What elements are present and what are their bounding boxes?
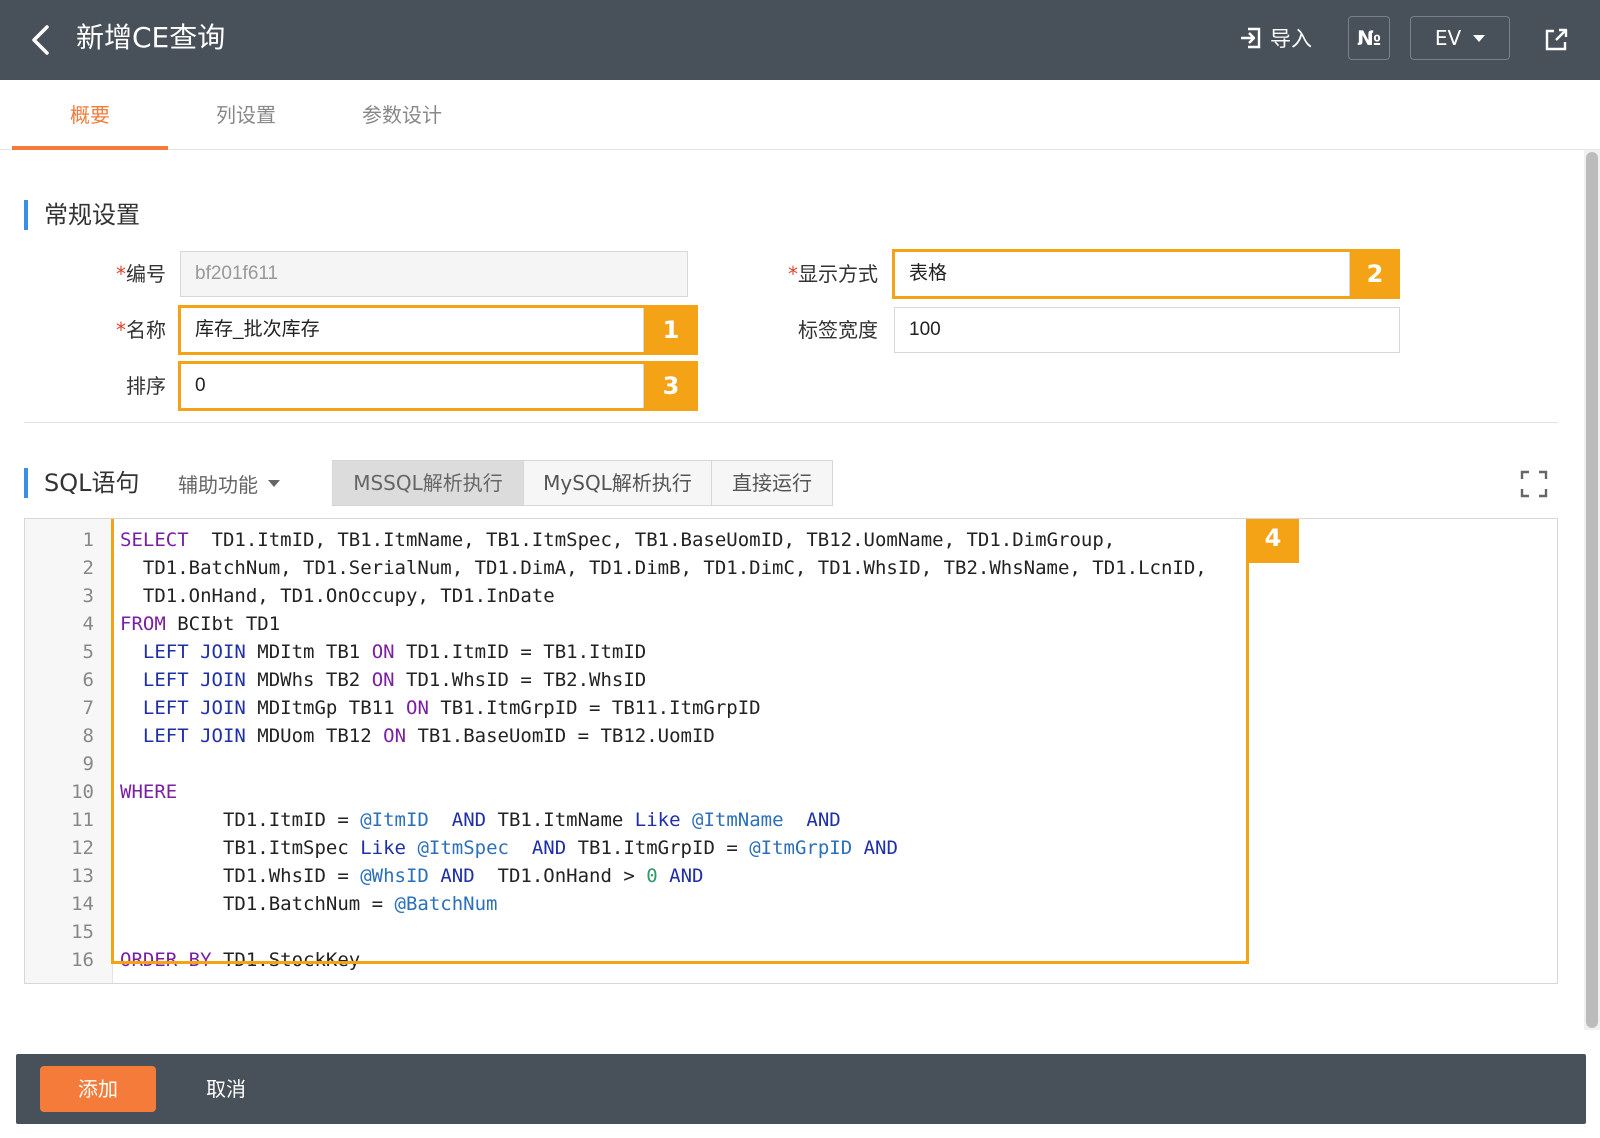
fullscreen-icon[interactable] bbox=[1520, 470, 1548, 498]
label-width-label: 标签宽度 bbox=[798, 318, 878, 342]
order-label: 排序 bbox=[126, 374, 166, 398]
line-number: 3 bbox=[82, 585, 94, 607]
mssql-execute-button[interactable]: MSSQL解析执行 bbox=[332, 460, 524, 506]
label-width-field[interactable]: 100 bbox=[894, 307, 1400, 353]
language-label: EV bbox=[1434, 26, 1462, 50]
line-number: 14 bbox=[71, 893, 94, 915]
line-number: 6 bbox=[82, 669, 94, 691]
line-number: 9 bbox=[82, 753, 94, 775]
add-button[interactable]: 添加 bbox=[40, 1066, 156, 1112]
mysql-execute-button[interactable]: MySQL解析执行 bbox=[523, 460, 712, 506]
required-mark: * bbox=[116, 318, 126, 342]
tab-bar: 概要 列设置 参数设计 bbox=[0, 80, 1600, 150]
line-number: 1 bbox=[82, 529, 94, 551]
scrollbar-thumb[interactable] bbox=[1586, 152, 1598, 1028]
required-mark: * bbox=[116, 262, 126, 286]
line-number-gutter: 1 2 3 4 5 6 7 8 9 10 11 12 13 14 15 16 bbox=[25, 519, 113, 983]
import-label: 导入 bbox=[1270, 27, 1312, 51]
callout-number-3: 3 bbox=[644, 361, 698, 411]
display-label-text: 显示方式 bbox=[798, 262, 878, 286]
language-dropdown[interactable]: EV bbox=[1410, 16, 1510, 60]
display-label: *显示方式 bbox=[760, 251, 878, 297]
line-number: 4 bbox=[82, 613, 94, 635]
line-number: 10 bbox=[71, 781, 94, 803]
callout-box-3 bbox=[178, 361, 698, 411]
callout-box-4 bbox=[111, 519, 1249, 964]
direct-run-button[interactable]: 直接运行 bbox=[711, 460, 833, 506]
line-number: 11 bbox=[71, 809, 94, 831]
app-root: 新增CE查询 导入 № EV 概要 列设置 参数设计 常规设置 *编号 bf20… bbox=[0, 0, 1600, 1138]
name-label: *名称 bbox=[80, 307, 166, 353]
section-divider bbox=[24, 422, 1558, 423]
general-settings-title: 常规设置 bbox=[24, 200, 140, 230]
number-label: № bbox=[1356, 26, 1382, 50]
chevron-left-icon bbox=[32, 25, 49, 55]
line-number: 2 bbox=[82, 557, 94, 579]
code-label-text: 编号 bbox=[126, 262, 166, 286]
line-number: 13 bbox=[71, 865, 94, 887]
line-number: 15 bbox=[71, 921, 94, 943]
callout-box-1 bbox=[178, 305, 698, 355]
caret-down-icon bbox=[1473, 34, 1486, 42]
tab-column-settings[interactable]: 列设置 bbox=[168, 80, 324, 150]
line-number: 16 bbox=[71, 949, 94, 971]
export-button[interactable] bbox=[1536, 20, 1576, 60]
required-mark: * bbox=[788, 262, 798, 286]
code-label: *编号 bbox=[80, 251, 166, 297]
sql-editor[interactable]: 1 2 3 4 5 6 7 8 9 10 11 12 13 14 15 16 S… bbox=[24, 518, 1558, 984]
line-number: 7 bbox=[82, 697, 94, 719]
name-label-text: 名称 bbox=[126, 318, 166, 342]
share-icon bbox=[1545, 28, 1568, 51]
callout-box-2 bbox=[892, 249, 1400, 299]
callout-number-1: 1 bbox=[644, 305, 698, 355]
caret-down-icon bbox=[268, 479, 280, 487]
top-bar: 新增CE查询 导入 № EV bbox=[0, 0, 1600, 80]
code-field[interactable]: bf201f611 bbox=[180, 251, 688, 297]
back-button[interactable] bbox=[22, 20, 58, 60]
assist-dropdown[interactable]: 辅助功能 bbox=[178, 466, 280, 500]
cancel-button[interactable]: 取消 bbox=[186, 1066, 266, 1112]
footer-bar: 添加 取消 bbox=[16, 1054, 1586, 1124]
callout-number-4: 4 bbox=[1247, 519, 1299, 563]
callout-number-2: 2 bbox=[1350, 249, 1400, 299]
line-number: 8 bbox=[82, 725, 94, 747]
line-number: 5 bbox=[82, 641, 94, 663]
page-title: 新增CE查询 bbox=[76, 21, 226, 54]
number-button[interactable]: № bbox=[1348, 16, 1390, 60]
tab-overview[interactable]: 概要 bbox=[12, 80, 168, 150]
assist-label: 辅助功能 bbox=[178, 472, 258, 497]
import-icon bbox=[1241, 27, 1261, 49]
sql-section-title: SQL语句 bbox=[24, 468, 140, 498]
vertical-scrollbar[interactable] bbox=[1584, 150, 1600, 1030]
line-number: 12 bbox=[71, 837, 94, 859]
import-button[interactable]: 导入 bbox=[1238, 18, 1312, 58]
tab-parameter-design[interactable]: 参数设计 bbox=[324, 80, 480, 150]
